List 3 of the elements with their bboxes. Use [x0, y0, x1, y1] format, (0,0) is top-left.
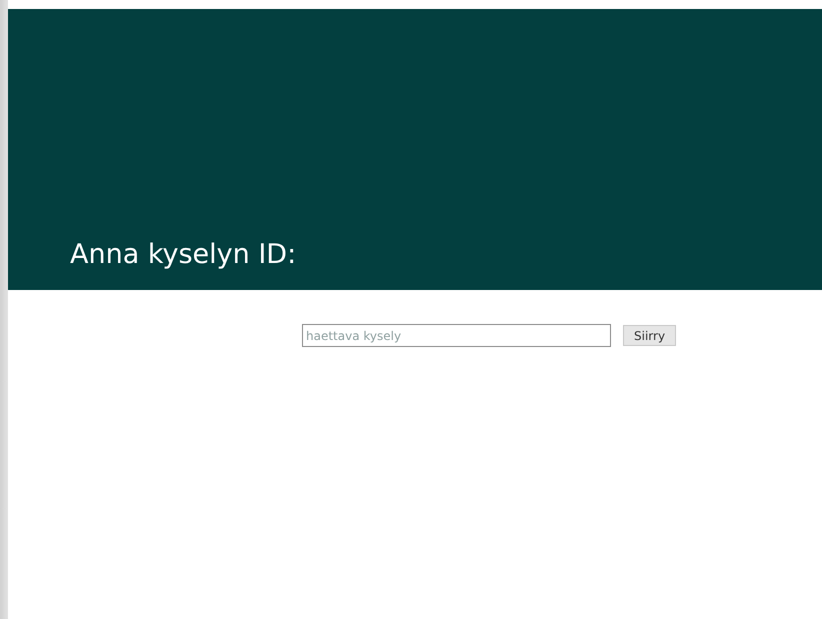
page-title: Anna kyselyn ID:	[70, 238, 296, 272]
search-field[interactable]: haettava kysely	[302, 324, 611, 347]
go-button[interactable]: Siirry	[623, 325, 676, 346]
